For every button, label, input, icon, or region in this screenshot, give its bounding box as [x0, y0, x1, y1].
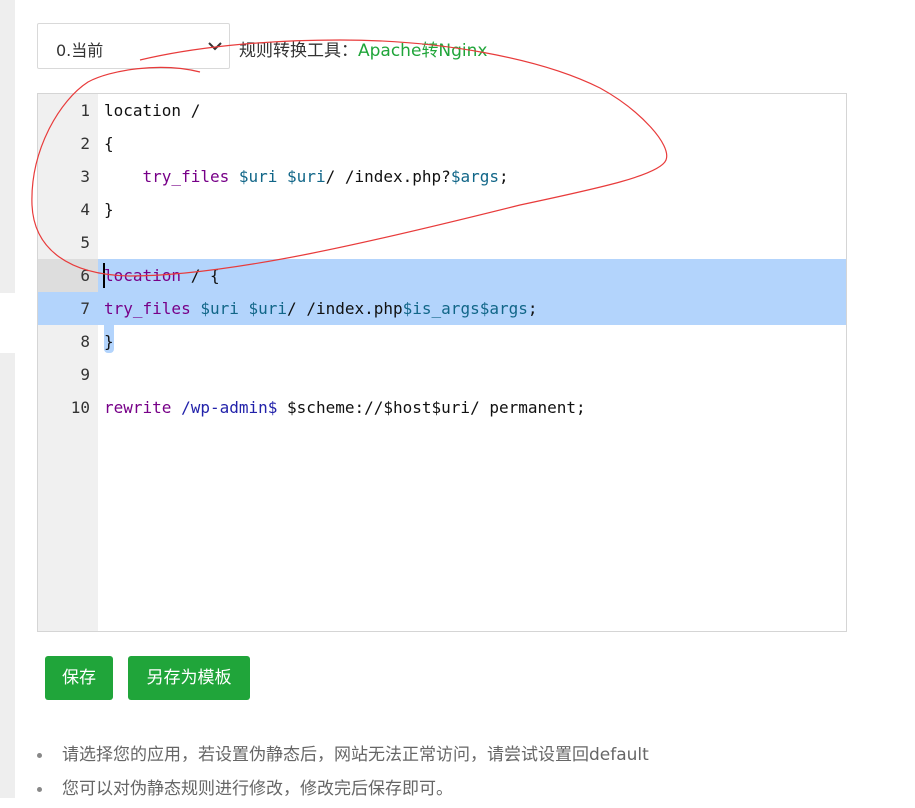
code-token: location [104, 266, 182, 285]
line-number: 4 [80, 200, 90, 219]
line-code: try_files $uri $uri/ /index.php$is_args$… [104, 292, 538, 325]
line-code: location / { [104, 259, 220, 292]
line-number: 2 [80, 134, 90, 153]
line-number: 3 [80, 167, 90, 186]
code-token: rewrite [104, 398, 172, 417]
tip-text: 请选择您的应用，若设置伪静态后，网站无法正常访问，请尝试设置回default [62, 745, 649, 765]
version-select-value: 0.当前 [56, 41, 104, 60]
code-token: $uri [287, 167, 326, 186]
line-code: } [104, 325, 114, 353]
tip-item: 请选择您的应用，若设置伪静态后，网站无法正常访问，请尝试设置回default [33, 740, 649, 774]
code-line[interactable]: 8} [38, 325, 846, 358]
code-line[interactable]: 2{ [38, 127, 846, 160]
code-token: / /index.php [287, 299, 403, 318]
code-token: $scheme://$host$uri/ permanent; [277, 398, 586, 417]
line-number: 10 [70, 398, 90, 417]
left-panel-gap [0, 293, 15, 353]
code-line[interactable]: 10 rewrite /wp-admin$ $scheme://$host$uri… [38, 391, 846, 424]
line-number: 9 [80, 365, 90, 384]
tip-item: 您可以对伪静态规则进行修改，修改完后保存即可。 [33, 774, 649, 808]
line-number: 7 [80, 299, 90, 318]
line-number: 6 [80, 266, 90, 285]
code-token: $args [479, 299, 528, 318]
line-number: 5 [80, 233, 90, 252]
code-token: /wp-admin$ [181, 398, 278, 417]
code-line[interactable]: 1 location / [38, 94, 846, 127]
line-number: 1 [80, 101, 90, 120]
code-token: $uri [248, 299, 288, 318]
code-token: / /index.php? [325, 167, 451, 186]
code-line[interactable]: 5 [38, 226, 846, 259]
code-token: location / [104, 101, 201, 120]
code-token: $args [450, 167, 499, 186]
save-as-template-button[interactable]: 另存为模板 [128, 656, 250, 700]
code-token: $uri [238, 167, 278, 186]
code-token: $is_args [402, 299, 480, 318]
chevron-down-icon [208, 42, 222, 51]
code-token: / { [181, 266, 220, 285]
line-code: } [104, 193, 114, 226]
rule-convert-label: 规则转换工具： [239, 41, 358, 61]
save-button[interactable]: 保存 [45, 656, 113, 700]
line-code: { [104, 127, 114, 160]
code-editor[interactable]: 1 location /2{3 try_files $uri $uri/ /ind… [37, 93, 847, 632]
code-token: { [104, 134, 114, 153]
bullet-icon [37, 753, 42, 758]
code-line[interactable]: 6 location / { [38, 259, 846, 292]
line-code: rewrite /wp-admin$ $scheme://$host$uri/ … [104, 391, 586, 424]
code-token: ; [498, 167, 509, 186]
version-select[interactable]: 0.当前 [37, 23, 230, 69]
code-line[interactable]: 9 [38, 358, 846, 391]
bullet-icon [37, 787, 42, 792]
line-code: try_files $uri $uri/ /index.php?$args; [104, 160, 509, 193]
line-number: 8 [80, 332, 90, 351]
code-line[interactable]: 4} [38, 193, 846, 226]
code-line[interactable]: 7 try_files $uri $uri/ /index.php$is_args… [38, 292, 846, 325]
text-cursor [103, 263, 105, 288]
apache-to-nginx-link[interactable]: Apache转Nginx [358, 41, 487, 61]
code-token: } [104, 200, 114, 219]
code-token: $uri [200, 299, 239, 318]
left-panel-edge [0, 0, 15, 798]
code-token: try_files [104, 299, 191, 318]
tip-text: 您可以对伪静态规则进行修改，修改完后保存即可。 [62, 779, 453, 799]
code-token: } [104, 332, 114, 351]
rule-convert-tool: 规则转换工具：Apache转Nginx [239, 36, 487, 61]
code-token: ; [527, 299, 538, 318]
code-line[interactable]: 3 try_files $uri $uri/ /index.php?$args; [38, 160, 846, 193]
code-token: try_files [142, 167, 230, 186]
line-code: location / [104, 94, 200, 127]
